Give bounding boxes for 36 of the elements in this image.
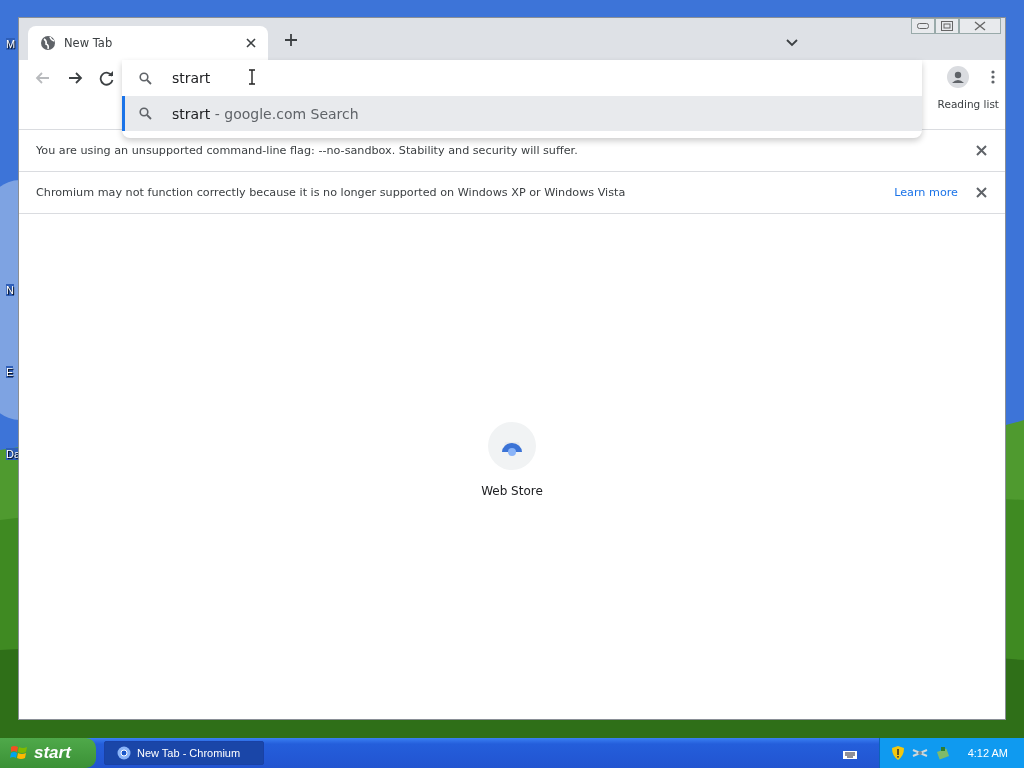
search-icon — [139, 107, 152, 120]
browser-logo-icon — [117, 746, 131, 760]
minimize-button[interactable] — [911, 18, 935, 34]
address-field[interactable]: strart — [122, 60, 922, 96]
more-options-icon[interactable] — [991, 70, 995, 84]
infobar-message: You are using an unsupported command-line flag: --no-sandbox. Stability and security will suffer. — [36, 144, 579, 157]
shortcut-title[interactable]: Web Store — [481, 484, 543, 498]
desktop-icon-label[interactable]: E — [6, 366, 14, 378]
globe-icon — [40, 35, 56, 51]
text-cursor-icon — [248, 69, 256, 85]
forward-icon[interactable] — [67, 70, 83, 86]
web-store-icon[interactable] — [488, 422, 536, 470]
profile-icon[interactable] — [947, 66, 969, 88]
plus-icon[interactable] — [284, 33, 298, 47]
learn-more-link[interactable]: Learn more — [894, 186, 958, 199]
taskbar-button[interactable]: New Tab - Chromium — [104, 741, 264, 765]
close-button[interactable] — [959, 18, 1001, 34]
suggestion-item[interactable]: strart - google.com Search — [122, 96, 922, 131]
windows-logo-icon — [10, 744, 28, 762]
minimize-icon — [917, 23, 929, 29]
maximize-icon — [941, 21, 953, 31]
infobar-message: Chromium may not function correctly because it is no longer supported on Windows XP or Windows Vista — [36, 186, 627, 199]
desktop-icon-label[interactable]: M — [6, 38, 16, 50]
clock: 4:12 AM — [967, 747, 1008, 759]
desktop-icon-label[interactable]: N — [6, 284, 14, 296]
shield-icon[interactable] — [891, 746, 904, 760]
reload-icon[interactable] — [99, 70, 115, 86]
browser-tab[interactable]: New Tab — [28, 26, 268, 60]
close-icon[interactable] — [246, 38, 256, 48]
close-icon — [974, 21, 986, 31]
close-icon[interactable] — [976, 145, 987, 156]
chevron-down-icon[interactable] — [786, 39, 798, 47]
search-icon — [139, 71, 152, 85]
reading-list-button[interactable]: Reading list — [937, 98, 999, 110]
close-icon[interactable] — [976, 187, 987, 198]
maximize-button[interactable] — [935, 18, 959, 34]
